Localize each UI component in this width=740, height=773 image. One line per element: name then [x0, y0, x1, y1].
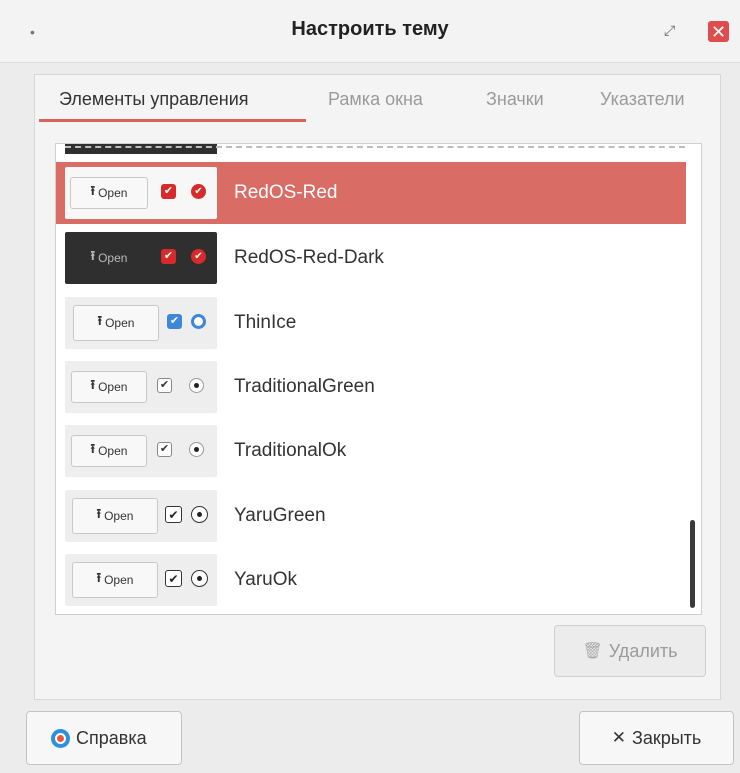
tab-cursors[interactable]: Указатели	[600, 89, 685, 110]
restore-icon[interactable]: ⤢	[664, 22, 675, 39]
help-lifebuoy-icon	[51, 728, 70, 748]
delete-button-label: Удалить	[608, 640, 678, 661]
theme-preview: ⭱ Open ✔ ✔	[65, 232, 217, 284]
theme-row-redos-red[interactable]: ⭱ Open ✔ ✔ RedOS-Red	[56, 162, 686, 224]
preview-open-button: ⭱ Open	[73, 305, 159, 341]
help-button[interactable]: Справка	[26, 711, 182, 765]
tab-controls[interactable]: Элементы управления	[59, 89, 249, 110]
preview-radio-icon: ✔	[191, 249, 206, 264]
theme-preview: ⭱ Open ✔	[65, 297, 217, 349]
delete-button[interactable]: 🗑 Удалить	[554, 625, 706, 677]
preview-checkbox-icon: ✔	[161, 249, 176, 264]
theme-row-yarugreen[interactable]: ⭱ Open ✔ YaruGreen	[56, 485, 686, 547]
theme-preview: ⭱ Open ✔	[65, 425, 217, 477]
upload-icon: ⭱	[90, 441, 96, 456]
preview-open-label: Open	[98, 444, 128, 458]
close-button[interactable]: ✕ Закрыть	[579, 711, 734, 765]
preview-radio-icon	[189, 442, 204, 457]
upload-icon: ⭱	[90, 183, 96, 198]
upload-icon: ⭱	[97, 313, 103, 328]
window-title: Настроить тему	[291, 18, 449, 40]
upload-icon: ⭱	[96, 506, 102, 521]
tab-icons[interactable]: Значки	[486, 89, 544, 110]
list-divider	[65, 146, 685, 148]
theme-name: ThinIce	[234, 312, 297, 333]
preview-checkbox-icon: ✔	[167, 314, 182, 329]
preview-radio-icon	[191, 314, 206, 329]
trash-icon: 🗑	[582, 643, 603, 660]
close-x-icon: ✕	[611, 728, 626, 747]
theme-row-thinice[interactable]: ⭱ Open ✔ ThinIce	[56, 292, 686, 354]
theme-preview: ⭱ Open ✔	[65, 361, 217, 413]
tab-window-border[interactable]: Рамка окна	[328, 89, 423, 110]
preview-open-label: Open	[105, 316, 135, 330]
close-button-label: Закрыть	[631, 727, 702, 748]
theme-panel: Элементы управления Рамка окна Значки Ук…	[34, 74, 721, 700]
theme-name: YaruGreen	[234, 505, 326, 526]
title-bar: • Настроить тему ⤢ ✕	[0, 0, 740, 63]
active-tab-indicator	[39, 119, 306, 122]
close-icon: ✕	[710, 21, 727, 42]
theme-name: TraditionalOk	[234, 440, 347, 461]
window-close-button[interactable]: ✕	[708, 21, 729, 42]
theme-preview: ⭱ Open ✔	[65, 554, 217, 606]
upload-icon: ⭱	[96, 570, 102, 585]
preview-checkbox-icon: ✔	[161, 184, 176, 199]
theme-name: RedOS-Red-Dark	[234, 247, 384, 268]
preview-radio-icon	[191, 506, 208, 523]
preview-checkbox-icon: ✔	[165, 570, 182, 587]
preview-radio-icon	[191, 570, 208, 587]
theme-name: RedOS-Red	[234, 182, 338, 203]
upload-icon: ⭱	[90, 248, 96, 263]
preview-open-label: Open	[98, 186, 128, 200]
preview-open-label: Open	[104, 573, 134, 587]
help-button-label: Справка	[76, 727, 147, 748]
preview-open-button: ⭱ Open	[70, 177, 148, 209]
theme-row-yaruok[interactable]: ⭱ Open ✔ YaruOk	[56, 549, 686, 611]
list-scrollbar[interactable]	[690, 520, 695, 608]
preview-open-button: ⭱ Open	[72, 562, 158, 598]
preview-checkbox-icon: ✔	[157, 442, 172, 457]
theme-name: TraditionalGreen	[234, 376, 375, 397]
preview-open-button: ⭱ Open	[72, 498, 158, 534]
tab-bar: Элементы управления Рамка окна Значки Ук…	[35, 75, 720, 123]
theme-row-traditionalgreen[interactable]: ⭱ Open ✔ TraditionalGreen	[56, 356, 686, 418]
preview-open-button: ⭱ Open	[71, 371, 147, 403]
theme-name: YaruOk	[234, 569, 298, 590]
theme-row-redos-red-dark[interactable]: ⭱ Open ✔ ✔ RedOS-Red-Dark	[56, 227, 686, 289]
theme-list[interactable]: ⭱ Open ✔ ✔ RedOS-Red ⭱ Open ✔ ✔ RedOS-Re…	[55, 143, 702, 615]
theme-preview: ⭱ Open ✔	[65, 490, 217, 542]
preview-open-button: ⭱ Open	[70, 242, 148, 274]
preview-open-button: ⭱ Open	[71, 435, 147, 467]
preview-checkbox-icon: ✔	[157, 378, 172, 393]
preview-open-label: Open	[104, 509, 134, 523]
preview-radio-icon: ✔	[191, 184, 206, 199]
theme-preview: ⭱ Open ✔ ✔	[65, 167, 217, 219]
preview-open-label: Open	[98, 380, 128, 394]
preview-open-label: Open	[98, 251, 128, 265]
theme-row-traditionalok[interactable]: ⭱ Open ✔ TraditionalOk	[56, 420, 686, 482]
upload-icon: ⭱	[90, 377, 96, 392]
preview-radio-icon	[189, 378, 204, 393]
preview-checkbox-icon: ✔	[165, 506, 182, 523]
